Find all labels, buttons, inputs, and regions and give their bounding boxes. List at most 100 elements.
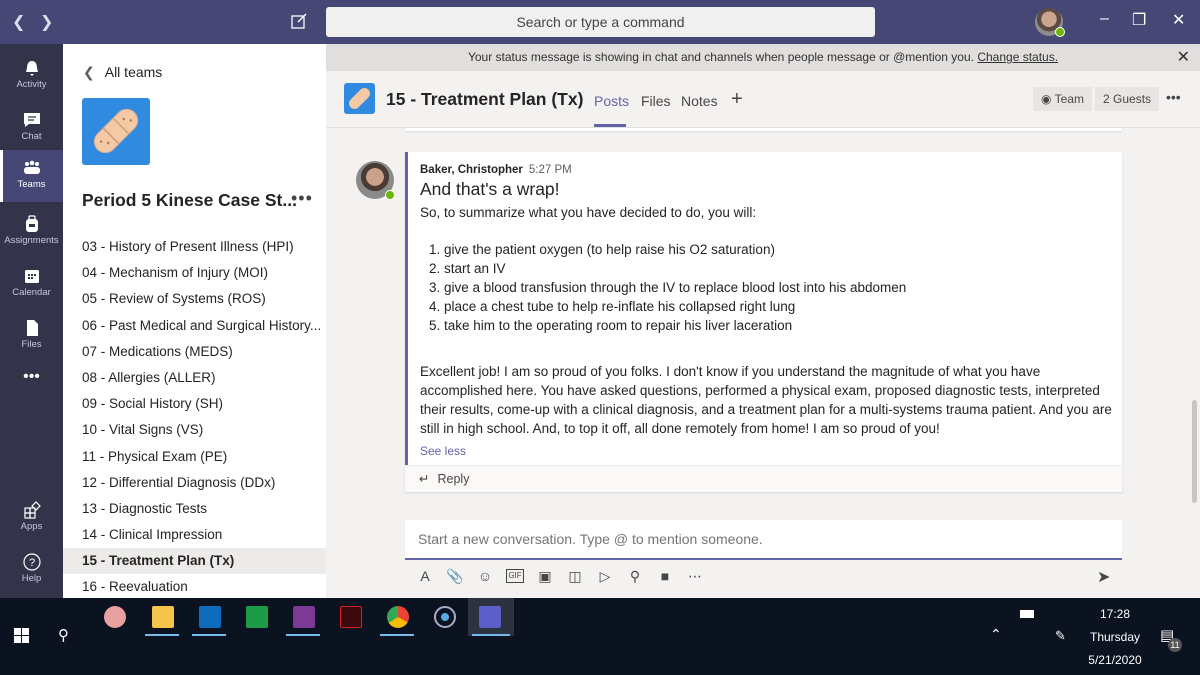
- team-avatar: [82, 98, 150, 165]
- rail-assignments[interactable]: Assignments: [0, 206, 63, 258]
- list-item: start an IV: [444, 259, 1115, 278]
- rail-more[interactable]: •••: [0, 368, 63, 420]
- attach-icon[interactable]: 📎: [446, 567, 464, 585]
- meet-icon[interactable]: ◫: [566, 567, 584, 585]
- outlook-icon[interactable]: [199, 606, 221, 628]
- onenote-icon[interactable]: [293, 606, 315, 628]
- rail-apps[interactable]: Apps: [0, 492, 63, 544]
- see-less-link[interactable]: See less: [420, 444, 466, 458]
- author-name[interactable]: Baker, Christopher: [420, 164, 523, 176]
- message-paragraph: Excellent job! I am so proud of you folk…: [420, 364, 1112, 436]
- snipping-tool-icon[interactable]: [104, 606, 126, 628]
- praise-icon[interactable]: ⚲: [626, 567, 644, 585]
- teams-panel: ❮ All teams Period 5 Kinese Case St... ••…: [63, 44, 326, 598]
- channel-item[interactable]: 14 - Clinical Impression: [63, 522, 326, 548]
- close-button[interactable]: ✕: [1172, 10, 1185, 30]
- cortana-icon[interactable]: [434, 606, 456, 628]
- compose-input[interactable]: [405, 520, 1122, 558]
- guests-button[interactable]: 2 Guests: [1095, 87, 1160, 111]
- rail-teams[interactable]: Teams: [0, 150, 63, 202]
- banner-text: Your status message is showing in chat a…: [467, 50, 974, 64]
- channel-item[interactable]: 05 - Review of Systems (ROS): [63, 286, 326, 312]
- notification-count: 11: [1168, 638, 1182, 652]
- clock-day[interactable]: Thursday: [1085, 630, 1145, 644]
- team-button[interactable]: ◉ Team: [1033, 87, 1092, 111]
- list-item: give the patient oxygen (to help raise h…: [444, 240, 1115, 259]
- rail-activity[interactable]: Activity: [0, 50, 63, 102]
- search-icon[interactable]: ⚲: [58, 626, 69, 644]
- more-options-icon[interactable]: •••: [1166, 89, 1181, 105]
- rail-chat[interactable]: Chat: [0, 102, 63, 154]
- channel-item[interactable]: 07 - Medications (MEDS): [63, 339, 326, 365]
- more-icon: •••: [23, 368, 40, 385]
- emoji-icon[interactable]: ☺: [476, 567, 494, 585]
- channel-item[interactable]: 10 - Vital Signs (VS): [63, 417, 326, 443]
- clock-date[interactable]: 5/21/2020: [1078, 653, 1152, 667]
- team-more-options[interactable]: •••: [291, 188, 313, 209]
- team-button-label: Team: [1054, 92, 1084, 106]
- rail-label: Calendar: [12, 287, 51, 298]
- channel-item[interactable]: 09 - Social History (SH): [63, 391, 326, 417]
- apps-icon: [23, 501, 41, 519]
- feed-scrollbar[interactable]: [1192, 400, 1197, 503]
- rail-calendar[interactable]: Calendar: [0, 258, 63, 310]
- reply-button[interactable]: ↵ Reply: [405, 465, 1122, 492]
- teams-app-icon[interactable]: [479, 606, 501, 628]
- acrobat-icon[interactable]: [340, 606, 362, 628]
- app-rail: Activity Chat Teams Assignments Calendar…: [0, 44, 63, 598]
- channel-item[interactable]: 08 - Allergies (ALLER): [63, 365, 326, 391]
- forward-arrow-icon[interactable]: ❯: [40, 12, 53, 32]
- file-icon: [26, 320, 38, 336]
- sticker-icon[interactable]: ▣: [536, 567, 554, 585]
- stream-icon[interactable]: ▷: [596, 567, 614, 585]
- restore-button[interactable]: ❐: [1132, 10, 1146, 30]
- format-icon[interactable]: A: [416, 567, 434, 585]
- calendar-icon: [24, 270, 39, 283]
- team-name: Period 5 Kinese Case St...: [82, 190, 297, 210]
- channel-item[interactable]: 03 - History of Present Illness (HPI): [63, 234, 326, 260]
- tab-files[interactable]: Files: [641, 93, 671, 109]
- channel-item[interactable]: 16 - Reevaluation: [63, 574, 326, 600]
- video-icon[interactable]: ■: [656, 567, 674, 585]
- gif-icon[interactable]: GIF: [506, 569, 524, 583]
- channel-item[interactable]: 13 - Diagnostic Tests: [63, 496, 326, 522]
- channel-title: 15 - Treatment Plan (Tx): [386, 89, 584, 109]
- list-item: give a blood transfusion through the IV …: [444, 278, 1115, 297]
- add-tab-button[interactable]: +: [731, 88, 743, 111]
- rail-help[interactable]: ? Help: [0, 544, 63, 596]
- channel-item[interactable]: 06 - Past Medical and Surgical History..…: [63, 313, 326, 339]
- send-icon[interactable]: ➤: [1097, 567, 1110, 587]
- rail-files[interactable]: Files: [0, 310, 63, 362]
- windows-start-icon[interactable]: [14, 628, 29, 643]
- close-icon[interactable]: ✕: [1177, 44, 1190, 71]
- tab-notes[interactable]: Notes: [681, 93, 718, 109]
- rail-label: Assignments: [4, 235, 59, 246]
- tab-posts[interactable]: Posts: [594, 93, 629, 109]
- pen-icon[interactable]: ✎: [1055, 628, 1066, 644]
- channel-item[interactable]: 12 - Differential Diagnosis (DDx): [63, 470, 326, 496]
- chrome-icon[interactable]: [387, 606, 409, 628]
- search-input[interactable]: Search or type a command: [326, 7, 875, 37]
- project-icon[interactable]: [246, 606, 268, 628]
- rail-label: Help: [21, 573, 42, 584]
- channel-item-active[interactable]: 15 - Treatment Plan (Tx): [63, 548, 326, 575]
- minimize-button[interactable]: –: [1100, 10, 1109, 28]
- battery-icon[interactable]: [1020, 610, 1034, 618]
- clock-time[interactable]: 17:28: [1085, 607, 1145, 621]
- all-teams-link[interactable]: ❮ All teams: [83, 64, 162, 81]
- channel-avatar: [344, 83, 375, 114]
- rail-label: Teams: [17, 179, 46, 190]
- more-icon[interactable]: ⋯: [686, 567, 704, 585]
- message-card: Baker, Christopher 5:27 PM And that's a w…: [405, 152, 1122, 492]
- status-available-icon: [1055, 27, 1065, 37]
- previous-post: [405, 128, 1122, 131]
- change-status-link[interactable]: Change status.: [977, 50, 1058, 64]
- channel-item[interactable]: 11 - Physical Exam (PE): [63, 444, 326, 470]
- new-conversation-box[interactable]: [405, 520, 1122, 560]
- back-arrow-icon[interactable]: ❮: [12, 12, 25, 32]
- message-intro: So, to summarize what you have decided t…: [420, 205, 757, 220]
- chevron-up-icon[interactable]: ⌃: [990, 626, 1002, 643]
- compose-icon[interactable]: [290, 12, 308, 30]
- channel-item[interactable]: 04 - Mechanism of Injury (MOI): [63, 260, 326, 286]
- file-explorer-icon[interactable]: [152, 606, 174, 628]
